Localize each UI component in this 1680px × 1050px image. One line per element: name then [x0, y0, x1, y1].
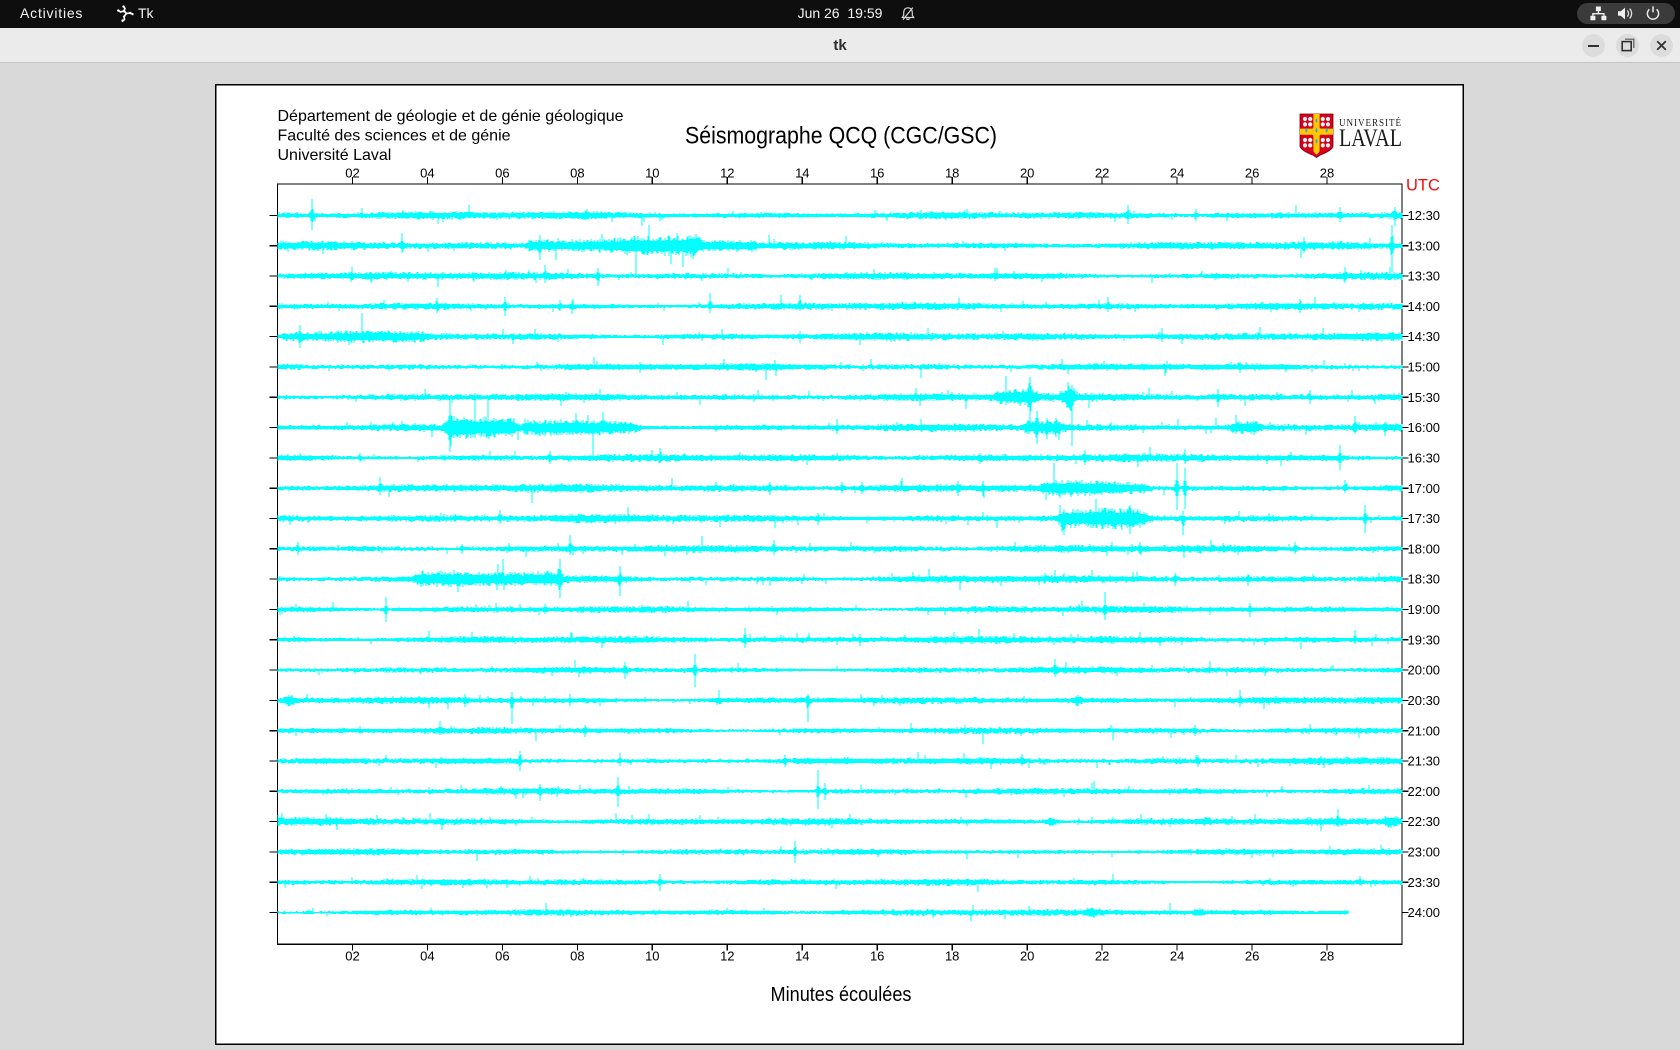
- svg-text:14: 14: [795, 949, 809, 964]
- svg-text:06: 06: [495, 166, 509, 181]
- svg-text:10: 10: [645, 166, 659, 181]
- svg-text:16: 16: [870, 949, 884, 964]
- svg-text:24:00: 24:00: [1408, 905, 1441, 920]
- svg-text:04: 04: [420, 949, 434, 964]
- svg-text:18: 18: [945, 166, 959, 181]
- svg-text:02: 02: [345, 949, 359, 964]
- svg-text:LAVAL: LAVAL: [1339, 123, 1402, 152]
- svg-text:12:30: 12:30: [1408, 208, 1441, 223]
- svg-text:Séismographe QCQ (CGC/GSC): Séismographe QCQ (CGC/GSC): [685, 123, 997, 150]
- svg-text:14:00: 14:00: [1408, 299, 1441, 314]
- svg-text:Université Laval: Université Laval: [278, 147, 392, 164]
- svg-text:15:30: 15:30: [1408, 390, 1441, 405]
- svg-text:22: 22: [1095, 949, 1109, 964]
- svg-text:Faculté des sciences et de gén: Faculté des sciences et de génie: [278, 128, 511, 145]
- svg-text:20: 20: [1020, 949, 1034, 964]
- svg-text:02: 02: [345, 166, 359, 181]
- svg-text:22: 22: [1095, 166, 1109, 181]
- svg-text:08: 08: [570, 949, 584, 964]
- svg-text:Département de géologie et de: Département de géologie et de génie géol…: [278, 108, 624, 125]
- svg-text:13:30: 13:30: [1408, 269, 1441, 284]
- svg-text:18:30: 18:30: [1408, 572, 1441, 587]
- svg-text:04: 04: [420, 166, 434, 181]
- svg-text:Minutes écoulées: Minutes écoulées: [771, 983, 912, 1006]
- svg-text:19:30: 19:30: [1408, 632, 1441, 647]
- svg-text:17:00: 17:00: [1408, 481, 1441, 496]
- svg-text:19:00: 19:00: [1408, 602, 1441, 617]
- svg-text:16:00: 16:00: [1408, 420, 1441, 435]
- svg-text:06: 06: [495, 949, 509, 964]
- svg-text:08: 08: [570, 166, 584, 181]
- svg-text:22:30: 22:30: [1408, 814, 1441, 829]
- svg-text:18: 18: [945, 949, 959, 964]
- svg-text:24: 24: [1170, 166, 1184, 181]
- svg-text:17:30: 17:30: [1408, 511, 1441, 526]
- svg-text:14:30: 14:30: [1408, 329, 1441, 344]
- svg-text:23:30: 23:30: [1408, 875, 1441, 890]
- svg-text:20:00: 20:00: [1408, 663, 1441, 678]
- svg-text:28: 28: [1320, 949, 1334, 964]
- svg-text:23:00: 23:00: [1408, 845, 1441, 860]
- svg-text:16:30: 16:30: [1408, 451, 1441, 466]
- svg-text:10: 10: [645, 949, 659, 964]
- svg-text:UTC: UTC: [1406, 177, 1440, 195]
- svg-text:15:00: 15:00: [1408, 360, 1441, 375]
- svg-text:26: 26: [1245, 949, 1259, 964]
- svg-text:12: 12: [720, 949, 734, 964]
- svg-text:12: 12: [720, 166, 734, 181]
- svg-text:20: 20: [1020, 166, 1034, 181]
- svg-text:21:30: 21:30: [1408, 754, 1441, 769]
- svg-text:21:00: 21:00: [1408, 723, 1441, 738]
- svg-text:28: 28: [1320, 166, 1334, 181]
- svg-text:24: 24: [1170, 949, 1184, 964]
- svg-text:22:00: 22:00: [1408, 784, 1441, 799]
- svg-text:18:00: 18:00: [1408, 541, 1441, 556]
- svg-text:14: 14: [795, 166, 809, 181]
- svg-text:20:30: 20:30: [1408, 693, 1441, 708]
- svg-text:13:00: 13:00: [1408, 238, 1441, 253]
- svg-text:16: 16: [870, 166, 884, 181]
- svg-text:26: 26: [1245, 166, 1259, 181]
